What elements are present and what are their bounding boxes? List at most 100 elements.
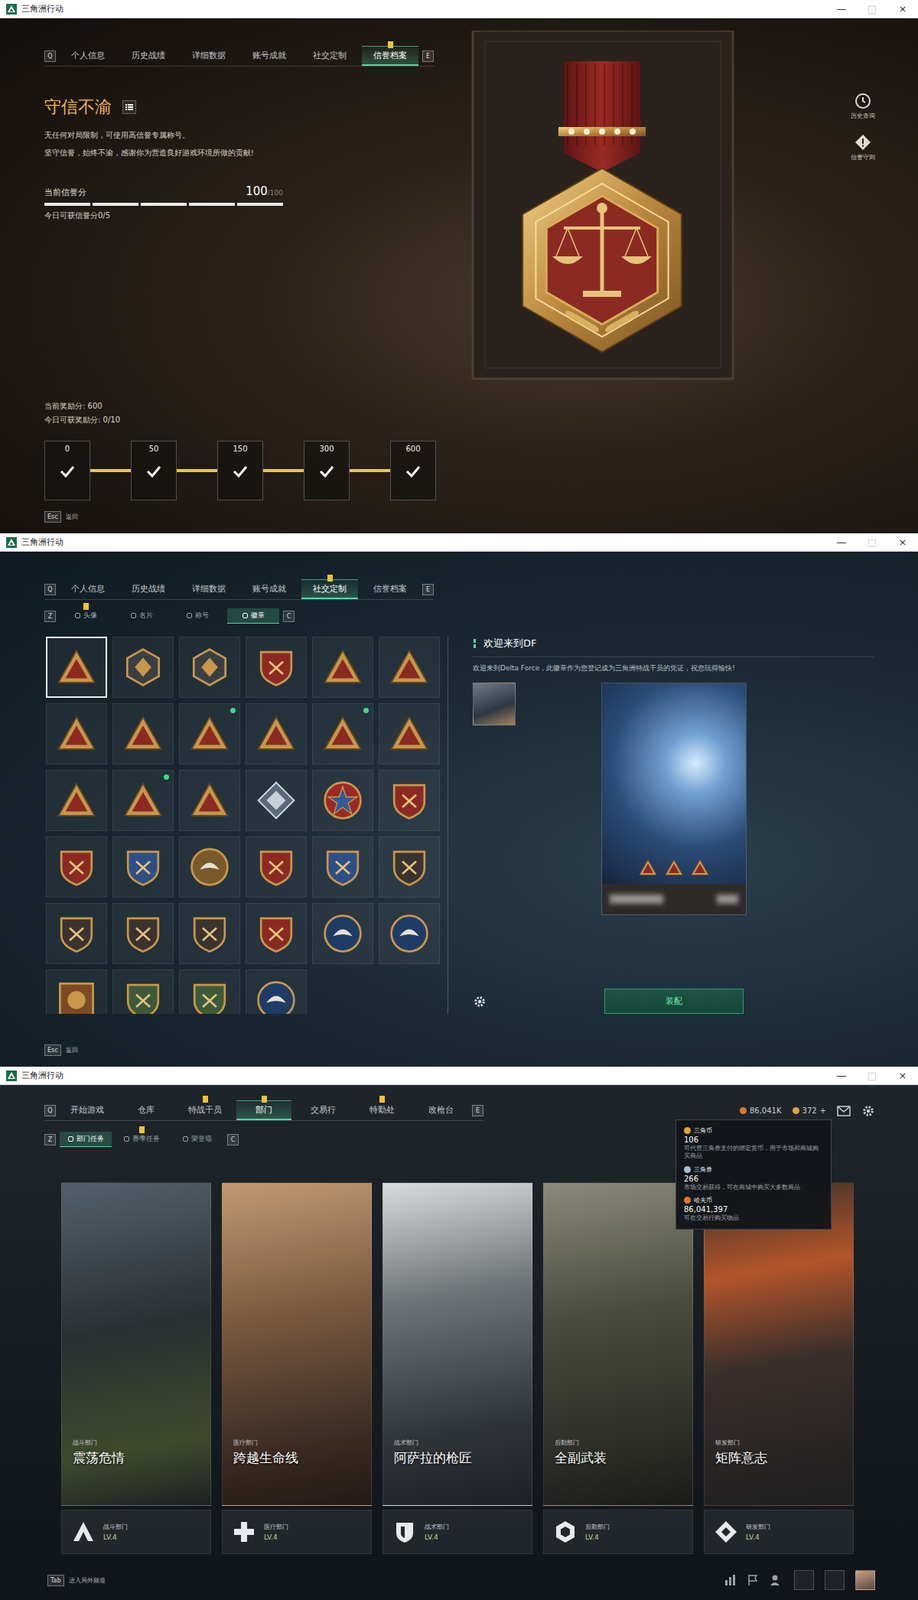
badge-cell[interactable]: [179, 636, 241, 698]
currency-amount[interactable]: 86,041K: [739, 1106, 782, 1115]
badge-cell[interactable]: [245, 902, 307, 964]
tab[interactable]: 个人信息: [59, 45, 117, 66]
mail-icon[interactable]: [836, 1105, 851, 1117]
tab[interactable]: 账号成就: [240, 579, 298, 599]
badge-cell[interactable]: [245, 969, 307, 1014]
chart-icon[interactable]: [723, 1573, 736, 1586]
badge-cell[interactable]: [312, 769, 374, 831]
sub-tab[interactable]: 徽章: [227, 608, 280, 624]
badge-cell[interactable]: [45, 636, 108, 698]
badge-cell[interactable]: [245, 636, 307, 698]
flag-icon[interactable]: [746, 1573, 759, 1586]
friends-icon[interactable]: [769, 1573, 784, 1586]
badge-cell[interactable]: [45, 836, 108, 898]
tab[interactable]: 特战干员: [177, 1100, 233, 1120]
tab[interactable]: 开始游戏: [59, 1100, 115, 1120]
window-control-button[interactable]: —: [826, 533, 857, 551]
tab[interactable]: 特勤处: [354, 1100, 410, 1120]
milestone[interactable]: 50: [130, 440, 177, 501]
badge-cell[interactable]: [312, 836, 374, 898]
tab[interactable]: 交易行: [295, 1100, 351, 1120]
badge-cell[interactable]: [312, 703, 374, 765]
badge-cell[interactable]: [179, 902, 241, 964]
tab[interactable]: 历史战绩: [120, 45, 177, 66]
top-up-button[interactable]: +: [820, 1106, 827, 1115]
badge-cell[interactable]: [112, 703, 174, 765]
side-action-button[interactable]: 信誉守则: [846, 133, 880, 163]
window-control-button[interactable]: —: [826, 0, 857, 18]
sub-tab[interactable]: 部门任务: [59, 1131, 112, 1147]
window-control-button[interactable]: □: [856, 1066, 888, 1085]
badge-cell[interactable]: [312, 636, 374, 698]
badge-cell[interactable]: [45, 769, 108, 831]
tab[interactable]: 信誉档案: [361, 579, 419, 599]
window-content: Q个人信息历史战绩详细数据账号成就社交定制信誉档案E守信不渝无任何对局限制，可使…: [0, 18, 918, 534]
sub-tab[interactable]: 头像: [59, 608, 112, 624]
chat-button[interactable]: Tab进入局外频道: [47, 1574, 106, 1586]
badge-cell[interactable]: [112, 836, 174, 898]
window-control-button[interactable]: □: [856, 533, 888, 551]
currency-amount[interactable]: 372+: [792, 1106, 827, 1115]
window-control-button[interactable]: ×: [887, 0, 918, 18]
badge-cell[interactable]: [45, 703, 108, 765]
tab[interactable]: 账号成就: [240, 45, 298, 66]
tab[interactable]: 改枪台: [413, 1100, 469, 1120]
department-card[interactable]: 战斗部门震荡危情战斗部门LV.4: [61, 1181, 212, 1554]
equip-button[interactable]: 装配: [604, 988, 744, 1014]
sub-tab[interactable]: 称号: [171, 608, 224, 624]
quick-slot[interactable]: [794, 1569, 814, 1590]
department-card[interactable]: 医疗部门跨越生命线医疗部门LV.4: [221, 1181, 372, 1554]
tab[interactable]: 详细数据: [180, 45, 238, 66]
badge-cell[interactable]: [179, 703, 241, 765]
badge-cell[interactable]: [112, 902, 174, 964]
back-button[interactable]: Esc返回: [44, 511, 469, 523]
badge-cell[interactable]: [179, 769, 241, 831]
badge-cell[interactable]: [179, 836, 241, 898]
window-control-button[interactable]: ×: [887, 1066, 918, 1085]
badge-cell[interactable]: [378, 769, 440, 831]
badge-cell[interactable]: [245, 769, 307, 831]
badge-cell[interactable]: [378, 636, 440, 698]
tab[interactable]: 个人信息: [59, 579, 117, 599]
quick-slot[interactable]: [824, 1569, 845, 1590]
side-action-button[interactable]: 历史查询: [846, 91, 880, 121]
milestone[interactable]: 0: [44, 440, 91, 501]
badge-cell[interactable]: [112, 769, 174, 831]
gear-icon[interactable]: [861, 1103, 876, 1118]
window-control-button[interactable]: □: [856, 0, 888, 18]
badge-cell[interactable]: [45, 902, 108, 964]
tab[interactable]: 部门: [236, 1100, 292, 1120]
tab[interactable]: 历史战绩: [120, 579, 177, 599]
gear-icon[interactable]: [472, 994, 487, 1009]
list-icon[interactable]: [122, 100, 137, 114]
window-control-button[interactable]: —: [826, 1066, 857, 1085]
milestone[interactable]: 600: [390, 440, 437, 501]
badge-cell[interactable]: [312, 902, 374, 964]
badge-cell[interactable]: [245, 703, 307, 765]
window-control-button[interactable]: ×: [887, 533, 918, 551]
department-card[interactable]: 后勤部门全副武装后勤部门LV.4: [543, 1181, 694, 1554]
tab[interactable]: 社交定制: [301, 45, 359, 66]
back-button[interactable]: Esc返回: [44, 1044, 918, 1056]
badge-cell[interactable]: [378, 836, 440, 898]
department-card[interactable]: 战术部门阿萨拉的枪匠战术部门LV.4: [382, 1181, 533, 1554]
sub-tab[interactable]: 荣誉墙: [171, 1131, 224, 1147]
badge-cell[interactable]: [112, 969, 174, 1014]
milestone[interactable]: 300: [303, 440, 350, 501]
badge-cell[interactable]: [245, 836, 307, 898]
badge-icon: [322, 712, 364, 755]
badge-cell[interactable]: [179, 969, 241, 1014]
tab[interactable]: 仓库: [118, 1100, 174, 1120]
department-card[interactable]: 研发部门矩阵意志研发部门LV.4: [703, 1181, 854, 1554]
player-avatar[interactable]: [855, 1569, 876, 1590]
tab[interactable]: 详细数据: [180, 579, 238, 599]
milestone[interactable]: 150: [217, 440, 264, 501]
badge-cell[interactable]: [378, 703, 440, 765]
badge-cell[interactable]: [45, 969, 108, 1014]
tab[interactable]: 信誉档案: [361, 45, 419, 66]
sub-tab[interactable]: 名片: [115, 608, 168, 624]
badge-cell[interactable]: [378, 902, 440, 964]
tab[interactable]: 社交定制: [301, 579, 359, 599]
badge-cell[interactable]: [112, 636, 174, 698]
sub-tab[interactable]: 赛季任务: [115, 1131, 168, 1147]
